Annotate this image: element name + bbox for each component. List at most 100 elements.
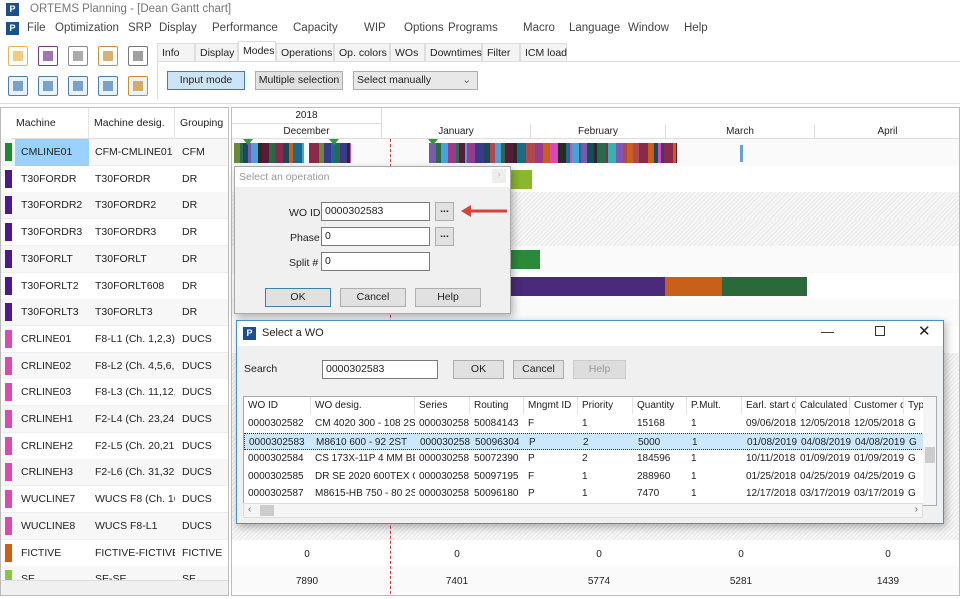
operation-bar[interactable]	[722, 277, 807, 296]
operation-bar[interactable]	[323, 143, 332, 163]
column-header-series[interactable]: Series	[415, 397, 470, 414]
menu-wip[interactable]: WIP	[364, 22, 386, 34]
operation-bar[interactable]	[535, 143, 544, 163]
column-header-grouping[interactable]: Grouping	[175, 108, 228, 139]
table-row[interactable]: FICTIVE FICTIVE-FICTIVE FICTIVE	[1, 539, 228, 567]
table-row[interactable]: CRLINEH2 F2-L5 (Ch. 20,21,2 DUCS	[1, 432, 228, 460]
operation-bar[interactable]	[251, 143, 258, 163]
tab-info[interactable]: Info	[157, 43, 195, 62]
table-row[interactable]: T30FORDR2 T30FORDR2 DR	[1, 192, 228, 220]
menu-help[interactable]: Help	[684, 22, 708, 34]
operation-bar[interactable]	[558, 143, 566, 163]
operation-bar[interactable]	[505, 143, 514, 163]
table-row[interactable]: WUCLINE7 WUCS F8 (Ch. 16) DUCS	[1, 486, 228, 514]
open-folder-icon[interactable]	[8, 46, 28, 66]
gantt-diagonal-icon[interactable]	[8, 76, 28, 96]
operation-bar[interactable]	[262, 143, 270, 163]
column-header-wo-desig-[interactable]: WO desig.	[311, 397, 415, 414]
menu-programs[interactable]: Programs	[448, 22, 498, 34]
table-row[interactable]: CRLINEH3 F2-L6 (Ch. 31,32,3 DUCS	[1, 459, 228, 487]
maximize-icon[interactable]	[875, 326, 885, 336]
input-mode-button[interactable]: Input mode	[167, 71, 245, 90]
column-header-customer-d[interactable]: Customer d	[850, 397, 904, 414]
save-icon[interactable]	[38, 46, 58, 66]
operation-bar[interactable]	[664, 143, 673, 163]
operation-bar[interactable]	[448, 143, 457, 163]
operation-bar[interactable]	[441, 143, 449, 163]
operation-bar[interactable]	[309, 143, 319, 163]
menu-performance[interactable]: Performance	[212, 22, 278, 34]
scroll-right-icon[interactable]: ›	[915, 504, 918, 515]
column-header-priority[interactable]: Priority	[578, 397, 633, 414]
wo-id-input[interactable]: 0000302583	[321, 202, 430, 221]
operation-bar[interactable]	[526, 143, 536, 163]
tab-operations[interactable]: Operations	[276, 43, 334, 62]
horizontal-scrollbar[interactable]	[1, 580, 228, 595]
table-row[interactable]: T30FORDR T30FORDR DR	[1, 165, 228, 193]
table-row[interactable]: T30FORLT3 T30FORLT3 DR	[1, 299, 228, 327]
calendar-grid-icon[interactable]	[98, 46, 118, 66]
operation-bar[interactable]	[740, 145, 743, 162]
operation-bar[interactable]	[586, 143, 594, 163]
table-row[interactable]: 0000302583 M8610 600 - 92 2ST 000030258 500…	[244, 432, 924, 450]
operation-bar[interactable]	[517, 143, 527, 163]
table-row[interactable]: T30FORDR3 T30FORDR3 DR	[1, 219, 228, 247]
close-icon[interactable]: ›	[492, 169, 506, 183]
table-row[interactable]: 0000302585 DR SE 2020 600TEX C- 000030258 5…	[244, 468, 924, 485]
horizontal-scrollbar[interactable]: ‹ ›	[243, 503, 923, 518]
operation-bar[interactable]	[615, 143, 623, 163]
operation-bar[interactable]	[302, 143, 304, 163]
menu-language[interactable]: Language	[569, 22, 620, 34]
tab-downtimes[interactable]: Downtimes	[425, 43, 482, 62]
operation-bar[interactable]	[510, 250, 540, 269]
cancel-button[interactable]: Cancel	[513, 360, 564, 379]
column-header-machine-desig-[interactable]: Machine desig.	[89, 108, 175, 139]
close-icon[interactable]: ✕	[918, 322, 931, 340]
multiple-selection-button[interactable]: Multiple selection	[255, 71, 343, 90]
operation-bar[interactable]	[275, 143, 283, 163]
menu-window[interactable]: Window	[628, 22, 669, 34]
tab-op-colors[interactable]: Op. colors	[334, 43, 390, 62]
column-header-mngmt-id[interactable]: Mngmt ID	[524, 397, 578, 414]
app-menu-icon[interactable]: P	[6, 22, 19, 35]
operation-bar[interactable]	[282, 143, 290, 163]
menu-capacity[interactable]: Capacity	[293, 22, 338, 34]
table-row[interactable]: T30FORLT2 T30FORLT608 DR	[1, 272, 228, 300]
operation-bar[interactable]	[474, 143, 485, 163]
column-header-earl-start-d[interactable]: Earl. start d	[742, 397, 796, 414]
tab-filter[interactable]: Filter	[482, 43, 520, 62]
table-row[interactable]: CRLINE02 F8-L2 (Ch. 4,5,6,16 DUCS	[1, 352, 228, 380]
column-header-calculated-d[interactable]: Calculated d	[796, 397, 850, 414]
table-row[interactable]: 0000302582 CM 4020 300 - 108 2ST 000030258…	[244, 415, 924, 432]
column-header-wo-id[interactable]: WO ID	[244, 397, 311, 414]
table-row[interactable]: CRLINE03 F8-L3 (Ch. 11,12,1 DUCS	[1, 379, 228, 407]
menu-options[interactable]: Options	[404, 22, 444, 34]
wo-id-browse-button[interactable]: ...	[435, 202, 454, 221]
operation-bar[interactable]	[639, 143, 648, 163]
menu-srp[interactable]: SRP	[128, 22, 152, 34]
scrollbar-thumb[interactable]	[260, 505, 274, 516]
scroll-left-icon[interactable]: ‹	[248, 504, 251, 515]
operation-bar[interactable]	[596, 143, 606, 163]
table-row[interactable]: CMLINE01 CFM-CMLINE01 CFM	[1, 139, 228, 166]
menu-file[interactable]: File	[27, 22, 46, 34]
ok-button[interactable]: OK	[265, 288, 331, 307]
tab-wos[interactable]: WOs	[390, 43, 425, 62]
phase-browse-button[interactable]: ...	[435, 227, 454, 246]
column-header-typ[interactable]: Typ	[904, 397, 924, 414]
vertical-scrollbar[interactable]	[923, 397, 936, 505]
table-row[interactable]: T30FORLT T30FORLT DR	[1, 245, 228, 273]
split-input[interactable]: 0	[321, 252, 430, 271]
minimize-icon[interactable]: —	[821, 324, 834, 339]
column-header-routing[interactable]: Routing	[470, 397, 524, 414]
cancel-button[interactable]: Cancel	[340, 288, 406, 307]
table-row[interactable]: CRLINE01 F8-L1 (Ch. 1,2,3) DUCS	[1, 325, 228, 353]
column-header-p-mult-[interactable]: P.Mult.	[687, 397, 742, 414]
ok-button[interactable]: OK	[453, 360, 504, 379]
table-row[interactable]: 0000302584 CS 173X-11P 4 MM BB 000030258 50…	[244, 450, 924, 467]
operation-bar[interactable]	[292, 143, 303, 163]
operation-bar[interactable]	[510, 277, 665, 296]
tab-display[interactable]: Display	[195, 43, 238, 62]
operation-bar[interactable]	[467, 143, 475, 163]
phase-input[interactable]: 0	[321, 227, 430, 246]
